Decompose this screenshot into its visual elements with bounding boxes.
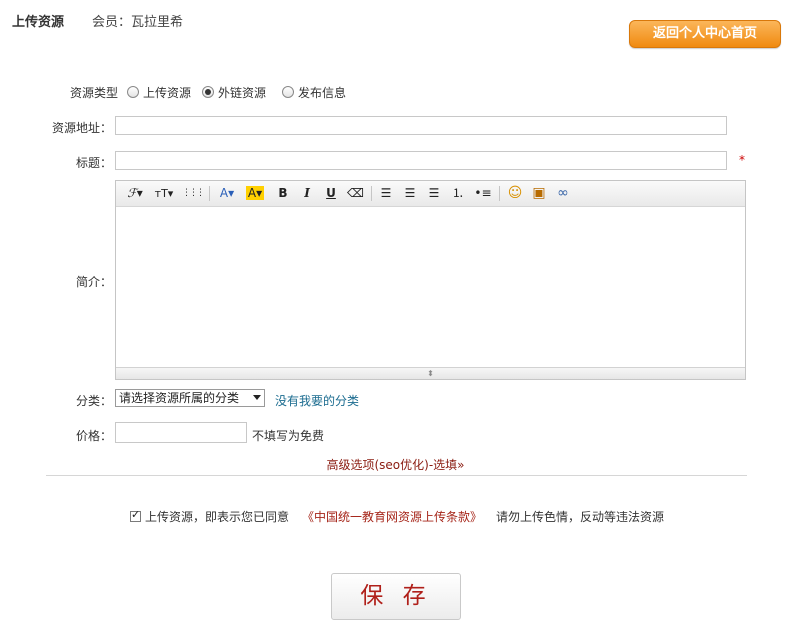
resource-type-label: 资源类型 — [69, 86, 118, 100]
radio-upload-resource[interactable]: 上传资源 — [127, 84, 191, 101]
emoticon-icon[interactable]: ☺ — [506, 185, 524, 202]
category-select[interactable]: 请选择资源所属的分类 — [115, 389, 265, 407]
editor-toolbar: ℱ▾ тT▾ ⋮⋮⋮ A▾ A▾ B I U ⌫ ☰ ☰ ☰ ⒈ •≡ ☺ ▣ … — [116, 181, 745, 207]
agreement-text: 上传资源，即表示您已同意 — [145, 510, 290, 524]
missing-category-link[interactable]: 没有我要的分类 — [275, 392, 359, 409]
underline-icon[interactable]: U — [323, 185, 339, 202]
bold-icon[interactable]: B — [275, 185, 291, 202]
dropdown-arrow-icon — [253, 395, 261, 400]
toolbar-separator — [499, 186, 500, 201]
radio-publish-icon[interactable] — [282, 86, 294, 98]
radio-upload-label: 上传资源 — [143, 86, 192, 100]
category-selected-value: 请选择资源所属的分类 — [119, 391, 240, 405]
price-input[interactable] — [115, 422, 247, 443]
toolbar-separator — [371, 186, 372, 201]
price-hint: 不填写为免费 — [252, 429, 325, 443]
agree-checkbox[interactable] — [130, 508, 141, 522]
font-color-icon[interactable]: A▾ — [216, 185, 238, 202]
insert-image-icon[interactable]: ▣ — [530, 185, 548, 202]
editor-resize-handle[interactable]: ⬍ — [116, 367, 745, 379]
clear-format-icon[interactable]: ⌫ — [347, 185, 364, 202]
category-label: 分类： — [75, 394, 112, 408]
back-to-user-center-button[interactable]: 返回个人中心首页 — [629, 20, 781, 48]
upload-terms-link[interactable]: 《中国统一教育网资源上传条款》 — [302, 508, 482, 525]
italic-icon[interactable]: I — [299, 185, 315, 202]
unordered-list-icon[interactable]: •≡ — [474, 185, 492, 202]
radio-upload-icon[interactable] — [127, 86, 139, 98]
radio-publish-info[interactable]: 发布信息 — [282, 84, 346, 101]
required-mark: * — [739, 153, 745, 167]
align-right-icon[interactable]: ☰ — [426, 185, 442, 202]
align-left-icon[interactable]: ☰ — [378, 185, 394, 202]
radio-publish-label: 发布信息 — [298, 86, 347, 100]
agreement-warning: 请勿上传色情，反动等违法资源 — [496, 510, 665, 524]
member-name: 会员：瓦拉里希 — [92, 15, 184, 30]
insert-link-icon[interactable]: ∞ — [554, 185, 572, 202]
radio-external-label: 外链资源 — [218, 86, 267, 100]
highlight-color-icon[interactable]: A▾ — [243, 185, 267, 202]
resource-url-label: 资源地址： — [51, 121, 112, 135]
line-height-icon[interactable]: ⋮⋮⋮ — [182, 185, 205, 202]
font-family-icon[interactable]: ℱ▾ — [124, 185, 146, 202]
page-title: 上传资源 — [12, 15, 65, 30]
resource-url-input[interactable] — [115, 116, 727, 135]
rich-text-editor[interactable]: ℱ▾ тT▾ ⋮⋮⋮ A▾ A▾ B I U ⌫ ☰ ☰ ☰ ⒈ •≡ ☺ ▣ … — [115, 180, 746, 380]
price-label: 价格： — [75, 429, 112, 443]
title-input[interactable] — [115, 151, 727, 170]
divider — [46, 475, 747, 476]
align-center-icon[interactable]: ☰ — [402, 185, 418, 202]
highlight-glyph: A▾ — [245, 186, 265, 200]
title-label: 标题： — [75, 156, 112, 170]
advanced-options-link[interactable]: 高级选项(seo优化)-选填» — [0, 456, 791, 473]
font-size-icon[interactable]: тT▾ — [152, 185, 176, 202]
toolbar-separator — [209, 186, 210, 201]
save-button[interactable]: 保 存 — [331, 573, 461, 620]
intro-label: 简介： — [75, 275, 112, 289]
radio-external-link-resource[interactable]: 外链资源 — [202, 84, 266, 101]
ordered-list-icon[interactable]: ⒈ — [450, 185, 466, 202]
radio-external-icon[interactable] — [202, 86, 214, 98]
